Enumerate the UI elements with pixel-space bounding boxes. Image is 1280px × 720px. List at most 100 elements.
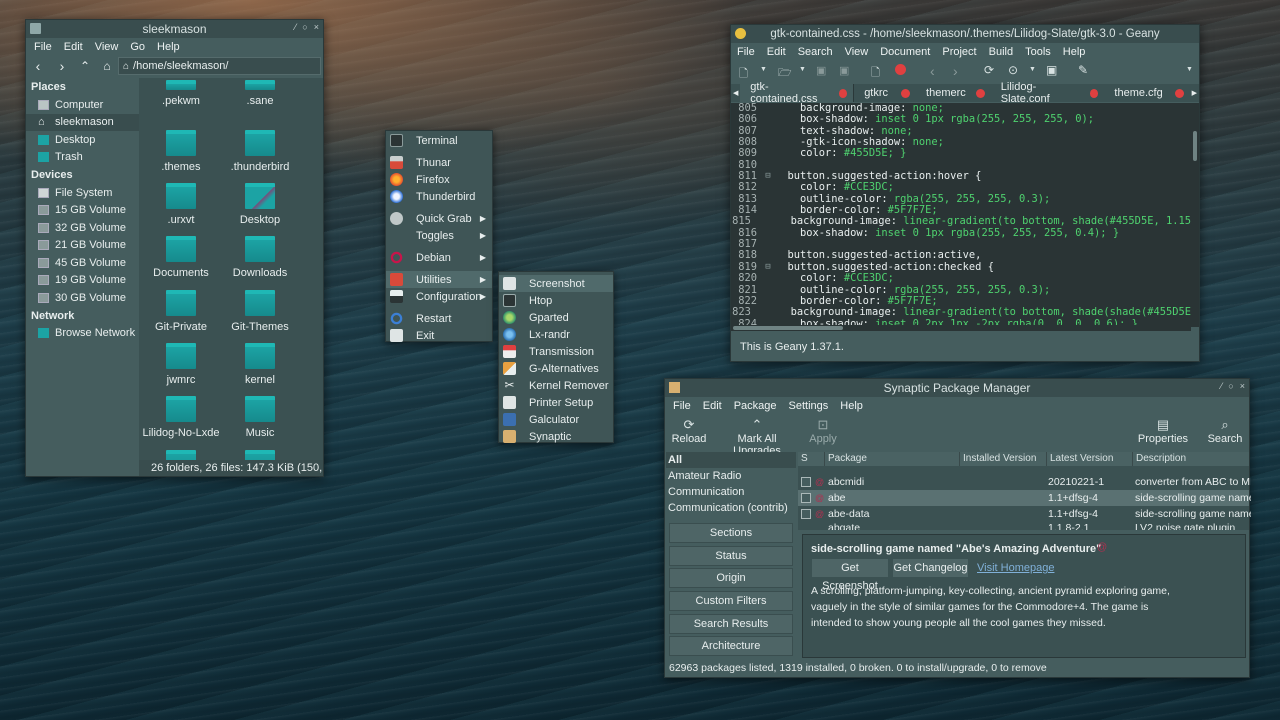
minimize-icon[interactable]: ⁄	[295, 22, 297, 32]
home-icon[interactable]: ⌂	[96, 59, 118, 73]
dropdown-icon[interactable]: ▼	[1029, 66, 1036, 73]
menu-item-gparted[interactable]: Gparted	[499, 309, 613, 326]
table-row[interactable]: @ abe 1.1+dfsg-4 side-scrolling game nam…	[798, 490, 1251, 506]
file-item[interactable]: Music	[225, 396, 295, 439]
menu-item-terminal[interactable]: Terminal	[386, 132, 492, 149]
tab-close-icon[interactable]	[1174, 88, 1184, 98]
file-item[interactable]: Documents	[146, 236, 216, 279]
fold-marker-icon[interactable]	[761, 148, 775, 159]
color-chooser-icon[interactable]: ✎	[1078, 63, 1088, 77]
apply-button[interactable]: ⊡ Apply	[805, 417, 841, 445]
tab-scroll-left-icon[interactable]: ◀	[731, 89, 740, 97]
file-item[interactable]: Downloads	[225, 236, 295, 279]
file-item[interactable]: Desktop	[225, 183, 295, 226]
close-file-icon[interactable]	[895, 64, 906, 75]
sidebar-item-volume[interactable]: 19 GB Volume	[26, 272, 139, 290]
search-button[interactable]: ⌕ Search	[1203, 417, 1247, 445]
tab-gtk-contained[interactable]: gtk-contained.css	[740, 81, 855, 105]
menu-edit[interactable]: Edit	[58, 41, 89, 53]
menu-item-firefox[interactable]: Firefox	[386, 171, 492, 188]
menu-view[interactable]: View	[839, 46, 875, 58]
fold-marker-icon[interactable]	[761, 182, 775, 193]
menu-item-screenshot[interactable]: Screenshot	[499, 275, 613, 292]
get-screenshot-button[interactable]: Get Screenshot	[812, 559, 888, 592]
fold-marker-icon[interactable]	[761, 137, 775, 148]
reload-button[interactable]: ⟳ Reload	[669, 417, 709, 445]
menu-item-transmission[interactable]: Transmission	[499, 343, 613, 360]
forward-icon[interactable]: ›	[50, 58, 74, 74]
menu-edit[interactable]: Edit	[697, 400, 728, 412]
location-bar[interactable]: ⌂ /home/sleekmason/	[118, 57, 321, 75]
menu-item-synaptic[interactable]: Synaptic	[499, 428, 613, 445]
file-item[interactable]: .sane	[225, 80, 295, 107]
menu-item-restart[interactable]: Restart	[386, 310, 492, 327]
code-line[interactable]: 823 background-image: linear-gradient(to…	[731, 306, 1191, 318]
back-icon[interactable]: ‹	[26, 58, 50, 74]
sidebar-item-volume[interactable]: 21 GB Volume	[26, 237, 139, 255]
properties-button[interactable]: ▤ Properties	[1137, 417, 1189, 445]
tab-gtkrc[interactable]: gtkrc	[854, 84, 916, 102]
fold-marker-icon[interactable]	[761, 228, 775, 239]
compile-icon[interactable]: ⊙	[1008, 63, 1018, 77]
menu-item-printer-setup[interactable]: Printer Setup	[499, 394, 613, 411]
fold-marker-icon[interactable]	[755, 307, 766, 318]
file-manager-titlebar[interactable]: sleekmason ⁄ ○ ×	[26, 20, 323, 38]
close-icon[interactable]: ×	[1240, 381, 1245, 391]
column-header-status[interactable]: S	[798, 452, 825, 466]
column-header-installed-version[interactable]: Installed Version	[960, 452, 1047, 466]
code-line[interactable]: 809 color: #455D5E; }	[731, 148, 1191, 160]
reload-icon[interactable]: ⟳	[984, 63, 994, 77]
fold-marker-icon[interactable]	[761, 194, 775, 205]
back-icon[interactable]: ‹	[930, 63, 935, 79]
menu-item-htop[interactable]: Htop	[499, 292, 613, 309]
menu-item-thunderbird[interactable]: Thunderbird	[386, 188, 492, 205]
search-results-button[interactable]: Search Results	[669, 614, 793, 634]
file-item[interactable]: .themes	[146, 130, 216, 173]
sidebar-item-trash[interactable]: Trash	[26, 149, 139, 167]
file-item[interactable]: Git-Themes	[225, 290, 295, 333]
toolbar-overflow-icon[interactable]: ▼	[1186, 66, 1193, 73]
tab-lilidog-slate-conf[interactable]: Lilidog-Slate.conf	[991, 81, 1105, 105]
file-item[interactable]	[225, 450, 295, 460]
scroll-thumb[interactable]	[733, 326, 843, 330]
forward-icon[interactable]: ›	[953, 63, 958, 79]
fold-marker-icon[interactable]	[761, 273, 775, 284]
menu-item-kernel-remover[interactable]: ✂ Kernel Remover	[499, 377, 613, 394]
menu-item-lx-randr[interactable]: Lx-randr	[499, 326, 613, 343]
menu-file[interactable]: File	[667, 400, 697, 412]
dropdown-icon[interactable]: ▼	[799, 66, 806, 73]
sidebar-item-browse-network[interactable]: Browse Network	[26, 325, 139, 343]
file-item[interactable]: .pekwm	[146, 80, 216, 107]
category-item[interactable]: Communication	[666, 484, 796, 500]
file-item[interactable]: Git-Private	[146, 290, 216, 333]
menu-item-quick-grab[interactable]: Quick Grab ▶	[386, 210, 492, 227]
fold-marker-icon[interactable]: ⊟	[761, 262, 775, 273]
menu-document[interactable]: Document	[874, 46, 936, 58]
file-item[interactable]: .thunderbird	[225, 130, 295, 173]
custom-filters-button[interactable]: Custom Filters	[669, 591, 793, 611]
fold-marker-icon[interactable]	[761, 114, 775, 125]
geany-titlebar[interactable]: gtk-contained.css - /home/sleekmason/.th…	[731, 25, 1199, 43]
sections-button[interactable]: Sections	[669, 523, 793, 543]
fold-marker-icon[interactable]	[761, 285, 775, 296]
category-item[interactable]: All	[666, 452, 796, 468]
visit-homepage-link[interactable]: Visit Homepage	[977, 562, 1054, 574]
editor-hscrollbar[interactable]	[731, 325, 1191, 331]
sidebar-item-home[interactable]: ⌂ sleekmason	[26, 113, 139, 131]
tab-close-icon[interactable]	[901, 88, 911, 98]
save-all-icon[interactable]: ▣	[839, 64, 849, 77]
new-file-icon[interactable]: 🗋	[739, 65, 748, 84]
menu-help[interactable]: Help	[834, 400, 869, 412]
menu-settings[interactable]: Settings	[783, 400, 835, 412]
menu-project[interactable]: Project	[936, 46, 982, 58]
fold-marker-icon[interactable]: ⊟	[761, 171, 775, 182]
file-item[interactable]: jwmrc	[146, 343, 216, 386]
category-item[interactable]: Amateur Radio	[666, 468, 796, 484]
up-icon[interactable]: ⌃	[74, 59, 96, 73]
synaptic-titlebar[interactable]: Synaptic Package Manager ⁄ ○ ×	[665, 379, 1249, 397]
sidebar-item-filesystem[interactable]: File System	[26, 184, 139, 202]
run-icon[interactable]: ▣	[1046, 63, 1057, 77]
architecture-button[interactable]: Architecture	[669, 636, 793, 656]
code-line[interactable]: 820 color: #CCE3DC;	[731, 272, 1191, 284]
mark-all-upgrades-button[interactable]: ⌃ Mark All Upgrades	[715, 417, 799, 457]
